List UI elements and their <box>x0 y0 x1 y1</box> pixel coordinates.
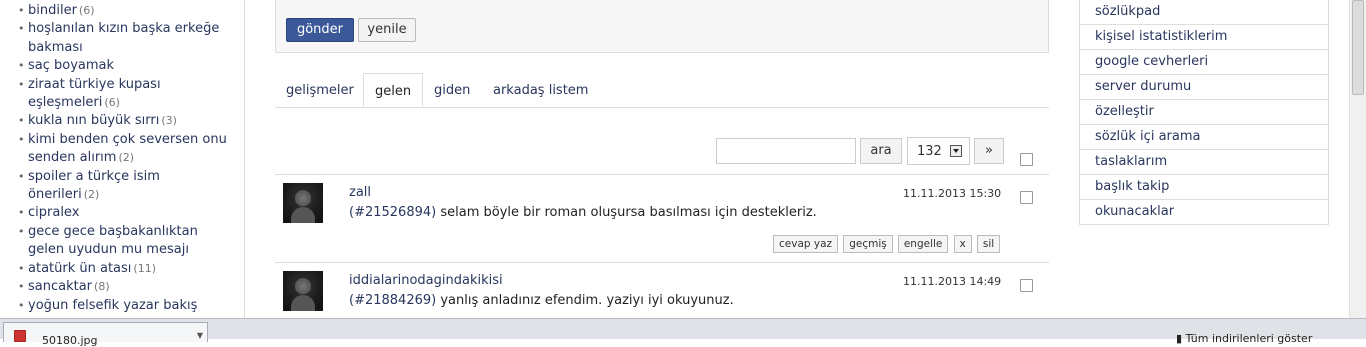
topic-title[interactable]: hoşlanılan kızın başka erkeğe bakması <box>28 21 219 54</box>
tab-giden[interactable]: giden <box>423 73 481 107</box>
avatar[interactable] <box>283 271 323 311</box>
download-item[interactable]: 50180.jpg ▼ <box>3 322 208 347</box>
topic-title[interactable]: yoğun felsefik yazar bakış <box>28 298 197 313</box>
close-button[interactable]: x <box>953 235 972 253</box>
message-checkbox[interactable] <box>1020 279 1033 292</box>
topic-count: (6) <box>78 4 95 17</box>
message-ref-link[interactable]: (#21884269) <box>349 293 436 308</box>
tools-menu: sözlükpad kişisel istatistiklerim google… <box>1079 0 1329 225</box>
send-button[interactable]: gönder <box>286 18 354 42</box>
message-row: zall 11.11.2013 15:30 (#21526894) selam … <box>275 174 1049 263</box>
select-all-checkbox[interactable] <box>1020 153 1033 166</box>
message-text: (#21884269) yanlış anladınız efendim. ya… <box>349 293 734 308</box>
topic-item[interactable]: atatürk ün atası(11) <box>18 260 233 279</box>
menu-item-google-cevherleri[interactable]: google cevherleri <box>1080 49 1328 74</box>
chevron-down-icon[interactable]: ▼ <box>197 331 203 340</box>
message-author[interactable]: iddialarinodagindakikisi <box>349 273 503 288</box>
topic-item[interactable]: bindiler(6) <box>18 2 233 21</box>
menu-item-ozellestir[interactable]: özelleştir <box>1080 99 1328 124</box>
topic-item[interactable]: sancaktar(8) <box>18 278 233 297</box>
message-ref-link[interactable]: (#21526894) <box>349 205 436 220</box>
scrollbar-thumb[interactable] <box>1352 0 1364 95</box>
next-page-button[interactable]: » <box>974 138 1004 164</box>
image-file-icon <box>14 330 26 342</box>
topic-count: (2) <box>83 188 100 202</box>
topic-item[interactable]: kimi benden çok seversen onu senden alır… <box>18 131 233 168</box>
message-body: yanlış anladınız efendim. yaziyı iyi oku… <box>440 293 734 308</box>
message-actions: cevap yaz geçmiş engelle x sil <box>773 235 1001 253</box>
message-composer: gönder yenile <box>275 0 1049 53</box>
topic-item[interactable]: spoiler a türkçe isim önerileri(2) <box>18 168 233 205</box>
topic-item[interactable]: saç boyamak <box>18 57 233 76</box>
reply-button[interactable]: cevap yaz <box>773 235 839 253</box>
menu-item-server-durumu[interactable]: server durumu <box>1080 74 1328 99</box>
page-select-value: 132 <box>917 144 942 159</box>
message-checkbox[interactable] <box>1020 191 1033 204</box>
menu-item-kisisel-istatistikler[interactable]: kişisel istatistiklerim <box>1080 24 1328 49</box>
topic-count: (3) <box>161 114 177 128</box>
chevron-down-icon[interactable] <box>950 145 962 157</box>
message-row: iddialarinodagindakikisi 11.11.2013 14:4… <box>275 262 1049 323</box>
message-body: selam böyle bir roman oluşursa basılması… <box>440 205 817 220</box>
page-scrollbar[interactable] <box>1349 0 1366 318</box>
refresh-button[interactable]: yenile <box>358 18 416 42</box>
topic-title[interactable]: cipralex <box>28 205 79 220</box>
tab-gelen[interactable]: gelen <box>363 73 424 107</box>
tab-arkadas-listem[interactable]: arkadaş listem <box>482 73 599 107</box>
menu-item-sozluk-ici-arama[interactable]: sözlük içi arama <box>1080 124 1328 149</box>
show-all-downloads-label: Tüm indirilenleri göster <box>1185 332 1313 345</box>
topic-item[interactable]: cipralex <box>18 204 233 223</box>
download-file-name: 50180.jpg <box>42 334 98 347</box>
topic-title[interactable]: kukla nın büyük sırrı <box>28 113 159 128</box>
topic-count: (2) <box>118 151 135 165</box>
download-bar: 50180.jpg ▼ ▮ Tüm indirilenleri göster <box>0 318 1366 347</box>
block-button[interactable]: engelle <box>897 235 949 253</box>
message-date: 11.11.2013 15:30 <box>903 187 1002 200</box>
topic-count: (8) <box>94 280 110 294</box>
topic-item[interactable]: kukla nın büyük sırrı(3) <box>18 112 233 131</box>
menu-item-sozlukpad[interactable]: sözlükpad <box>1080 0 1328 24</box>
topic-title[interactable]: gece gece başbakanlıktan gelen uyudun mu… <box>28 224 198 257</box>
show-all-downloads-link[interactable]: ▮ Tüm indirilenleri göster <box>1176 332 1312 345</box>
page-select[interactable]: 132 <box>907 137 970 165</box>
message-date: 11.11.2013 14:49 <box>903 275 1002 288</box>
topic-item[interactable]: hoşlanılan kızın başka erkeğe bakması <box>18 20 233 57</box>
delete-button[interactable]: sil <box>976 235 1001 253</box>
history-button[interactable]: geçmiş <box>843 235 893 253</box>
search-button[interactable]: ara <box>860 138 902 164</box>
left-sidebar: bindiler(6) hoşlanılan kızın başka erkeğ… <box>0 0 245 318</box>
message-search-input[interactable] <box>716 138 856 164</box>
menu-item-taslaklarim[interactable]: taslaklarım <box>1080 149 1328 174</box>
topic-title[interactable]: atatürk ün atası <box>28 261 131 276</box>
topic-item[interactable]: ziraat türkiye kupası eşleşmeleri(6) <box>18 76 233 113</box>
topic-count: (11) <box>133 261 156 275</box>
topic-title[interactable]: sancaktar <box>28 279 92 294</box>
avatar[interactable] <box>283 183 323 223</box>
tab-gelismeler[interactable]: gelişmeler <box>275 73 365 107</box>
topic-item[interactable]: yoğun felsefik yazar bakış <box>18 297 233 316</box>
message-tabs: gelişmeler gelen giden arkadaş listem <box>275 73 1049 108</box>
menu-item-baslik-takip[interactable]: başlık takip <box>1080 174 1328 199</box>
topic-item[interactable]: gece gece başbakanlıktan gelen uyudun mu… <box>18 223 233 260</box>
message-author[interactable]: zall <box>349 185 371 200</box>
menu-item-okunacaklar[interactable]: okunacaklar <box>1080 199 1328 224</box>
topic-count: (6) <box>104 96 120 110</box>
right-sidebar: sözlükpad kişisel istatistiklerim google… <box>1079 0 1329 225</box>
topic-title[interactable]: ziraat türkiye kupası eşleşmeleri <box>28 77 161 110</box>
message-text: (#21526894) selam böyle bir roman oluşur… <box>349 205 817 220</box>
topic-list: bindiler(6) hoşlanılan kızın başka erkeğ… <box>0 2 233 315</box>
topic-title[interactable]: saç boyamak <box>28 58 114 73</box>
topic-title[interactable]: bindiler <box>28 3 77 18</box>
